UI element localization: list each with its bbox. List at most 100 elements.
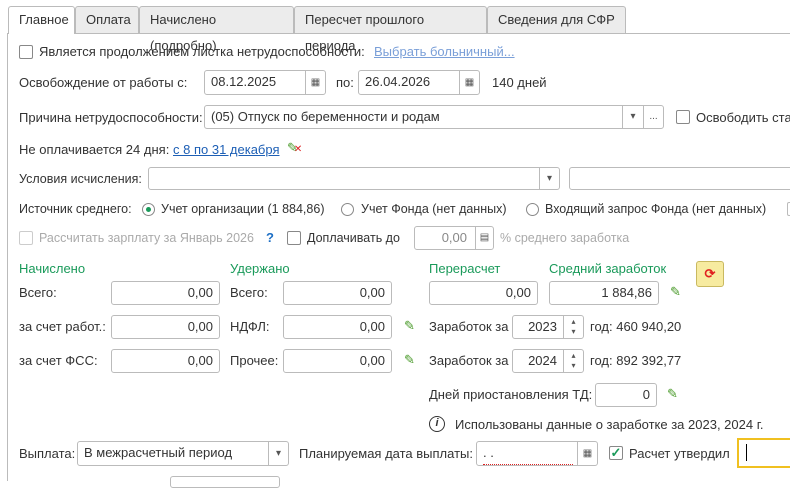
earnings-year-2-spinner[interactable]: 2024 ▴ ▾ bbox=[512, 349, 584, 373]
source-label: Источник среднего: bbox=[19, 202, 132, 216]
conditions-input-2[interactable] bbox=[569, 167, 790, 190]
topup-label: Доплачивать до bbox=[307, 231, 400, 245]
partial-field[interactable] bbox=[170, 476, 280, 488]
release-days: 140 дней bbox=[492, 75, 547, 90]
spinner-icon[interactable]: ▴ ▾ bbox=[563, 316, 583, 338]
release-to-value: 26.04.2026 bbox=[365, 74, 431, 89]
accrued-title: Начислено bbox=[19, 261, 86, 276]
suspension-label: Дней приостановления ТД: bbox=[429, 387, 593, 402]
pencil-icon[interactable]: ✎ bbox=[670, 284, 681, 300]
planned-date-label: Планируемая дата выплаты: bbox=[299, 446, 473, 461]
pencil-icon[interactable]: ✎ bbox=[667, 386, 678, 402]
text-cursor bbox=[746, 444, 747, 461]
other-input[interactable]: 0,00 bbox=[283, 349, 392, 373]
unpaid-period-link[interactable]: с 8 по 31 декабря bbox=[173, 142, 280, 157]
reason-select[interactable]: (05) Отпуск по беременности и родам ▾... bbox=[204, 105, 664, 129]
topup-input: 0,00 ▤ bbox=[414, 226, 494, 250]
free-label: Освободить ста bbox=[696, 110, 790, 125]
help-icon[interactable]: ? bbox=[266, 230, 274, 245]
source-option-org[interactable]: Учет организации (1 884,86) bbox=[161, 202, 324, 216]
spinner-icon[interactable]: ▴ ▾ bbox=[563, 350, 583, 372]
accrued-employer-label: за счет работ.: bbox=[19, 319, 106, 334]
chevron-down-icon[interactable]: ▾ bbox=[622, 106, 643, 128]
approved-label: Расчет утвердил bbox=[629, 446, 730, 461]
earnings-sum-2: год: 892 392,77 bbox=[590, 353, 682, 368]
payment-label: Выплата: bbox=[19, 446, 76, 461]
payment-value: В межрасчетный период bbox=[84, 445, 233, 460]
earnings-year-1: 2023 bbox=[528, 319, 557, 334]
withheld-total-input[interactable]: 0,00 bbox=[283, 281, 392, 305]
pencil-icon[interactable]: ✎ bbox=[404, 318, 415, 334]
free-checkbox[interactable] bbox=[676, 110, 690, 124]
release-from-value: 08.12.2025 bbox=[211, 74, 277, 89]
approved-by-input[interactable] bbox=[737, 438, 790, 468]
continuation-label: Является продолжением листка нетрудоспос… bbox=[39, 44, 365, 59]
release-to-input[interactable]: 26.04.2026 ▦ bbox=[358, 70, 480, 95]
other-label: Прочее: bbox=[230, 353, 279, 368]
withheld-total-label: Всего: bbox=[230, 285, 268, 300]
approved-checkbox[interactable]: ✓ bbox=[609, 446, 623, 460]
refresh-button[interactable]: ⟳ bbox=[696, 261, 724, 287]
earnings-label-1: Заработок за bbox=[429, 319, 509, 334]
calendar-icon[interactable]: ▦ bbox=[577, 442, 597, 465]
ndfl-label: НДФЛ: bbox=[230, 319, 270, 334]
source-radio-org[interactable] bbox=[142, 203, 155, 216]
accrued-fss-input[interactable]: 0,00 bbox=[111, 349, 220, 373]
earnings-label-2: Заработок за bbox=[429, 353, 509, 368]
calendar-icon[interactable]: ▦ bbox=[459, 71, 479, 94]
calc-salary-label: Рассчитать зарплату за Январь 2026 bbox=[39, 231, 254, 245]
source-radio-request[interactable] bbox=[526, 203, 539, 216]
edit-clear-icon[interactable]: ✎✕ bbox=[287, 140, 302, 156]
calculator-icon: ▤ bbox=[475, 227, 493, 249]
source-option-fund[interactable]: Учет Фонда (нет данных) bbox=[361, 202, 507, 216]
continuation-checkbox[interactable] bbox=[19, 45, 33, 59]
source-option-request[interactable]: Входящий запрос Фонда (нет данных) bbox=[545, 202, 766, 216]
conditions-label: Условия исчисления: bbox=[19, 172, 142, 186]
unpaid-label: Не оплачивается 24 дня: bbox=[19, 142, 170, 157]
release-from-input[interactable]: 08.12.2025 ▦ bbox=[204, 70, 326, 95]
select-sick-leave-link[interactable]: Выбрать больничный... bbox=[374, 44, 515, 59]
accrued-fss-label: за счет ФСС: bbox=[19, 353, 98, 368]
earnings-year-1-spinner[interactable]: 2023 ▴ ▾ bbox=[512, 315, 584, 339]
refresh-icon: ⟳ bbox=[704, 266, 716, 281]
panel-border bbox=[7, 33, 8, 481]
planned-date-value: . . bbox=[483, 442, 573, 465]
accrued-total-label: Всего: bbox=[19, 285, 57, 300]
more-button[interactable]: ... bbox=[643, 106, 663, 128]
tab-accrued-detail[interactable]: Начислено (подробно) bbox=[139, 6, 294, 53]
withheld-title: Удержано bbox=[230, 261, 290, 276]
topup-checkbox[interactable] bbox=[287, 231, 301, 245]
reason-value: (05) Отпуск по беременности и родам bbox=[211, 109, 440, 124]
earnings-year-2: 2024 bbox=[528, 353, 557, 368]
chevron-down-icon[interactable]: ▾ bbox=[539, 168, 559, 189]
avg-title: Средний заработок bbox=[549, 261, 667, 276]
release-to-label: по: bbox=[336, 75, 354, 90]
info-text: Использованы данные о заработке за 2023,… bbox=[455, 417, 764, 432]
reason-label: Причина нетрудоспособности: bbox=[19, 110, 203, 125]
recalc-input[interactable]: 0,00 bbox=[429, 281, 538, 305]
planned-date-input[interactable]: . . ▦ bbox=[476, 441, 598, 466]
topup-suffix: % среднего заработка bbox=[500, 231, 630, 245]
accrued-employer-input[interactable]: 0,00 bbox=[111, 315, 220, 339]
pencil-icon[interactable]: ✎ bbox=[404, 352, 415, 368]
suspension-input[interactable]: 0 bbox=[595, 383, 657, 407]
tab-underline bbox=[7, 33, 790, 34]
topup-value: 0,00 bbox=[441, 230, 467, 245]
source-radio-fund[interactable] bbox=[341, 203, 354, 216]
tab-sfr-info[interactable]: Сведения для СФР bbox=[487, 6, 626, 33]
accrued-total-input[interactable]: 0,00 bbox=[111, 281, 220, 305]
release-label: Освобождение от работы с: bbox=[19, 75, 188, 90]
avg-input[interactable]: 1 884,86 bbox=[549, 281, 659, 305]
chevron-down-icon[interactable]: ▾ bbox=[268, 442, 288, 465]
conditions-select[interactable]: ▾ bbox=[148, 167, 560, 190]
tab-payment[interactable]: Оплата bbox=[75, 6, 139, 33]
earnings-sum-1: год: 460 940,20 bbox=[590, 319, 682, 334]
calendar-icon[interactable]: ▦ bbox=[305, 71, 325, 94]
ndfl-input[interactable]: 0,00 bbox=[283, 315, 392, 339]
tab-main[interactable]: Главное bbox=[8, 6, 75, 34]
calc-salary-checkbox bbox=[19, 231, 33, 245]
payment-select[interactable]: В межрасчетный период ▾ bbox=[77, 441, 289, 466]
recalc-title: Перерасчет bbox=[429, 261, 501, 276]
tab-recalc-past[interactable]: Пересчет прошлого периода bbox=[294, 6, 487, 53]
info-icon: i bbox=[429, 416, 445, 432]
